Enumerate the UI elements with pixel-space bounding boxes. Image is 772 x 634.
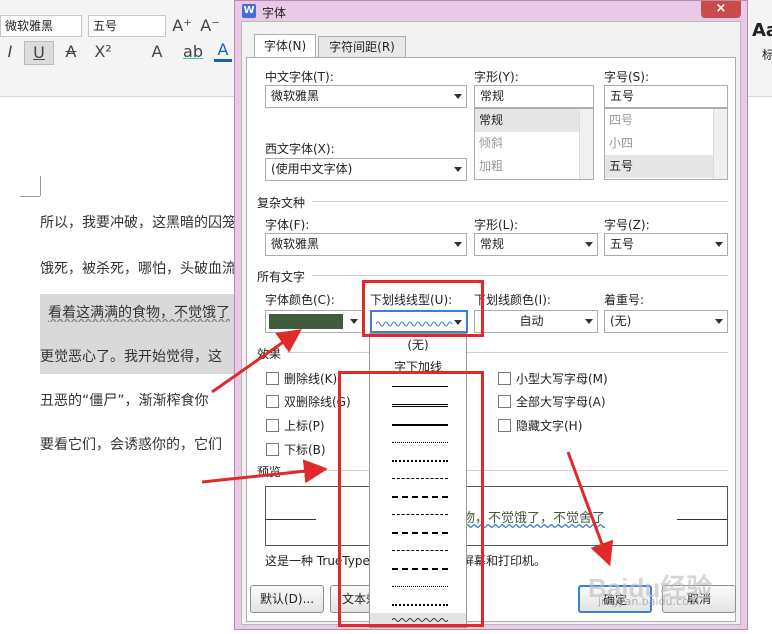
arrow-to-ok <box>566 451 614 567</box>
arrow-to-preview <box>201 459 328 484</box>
arrow-to-font-color <box>211 329 302 394</box>
annotation-arrows <box>201 329 614 567</box>
watermark-url: jingyan.baidu.com <box>598 595 700 608</box>
